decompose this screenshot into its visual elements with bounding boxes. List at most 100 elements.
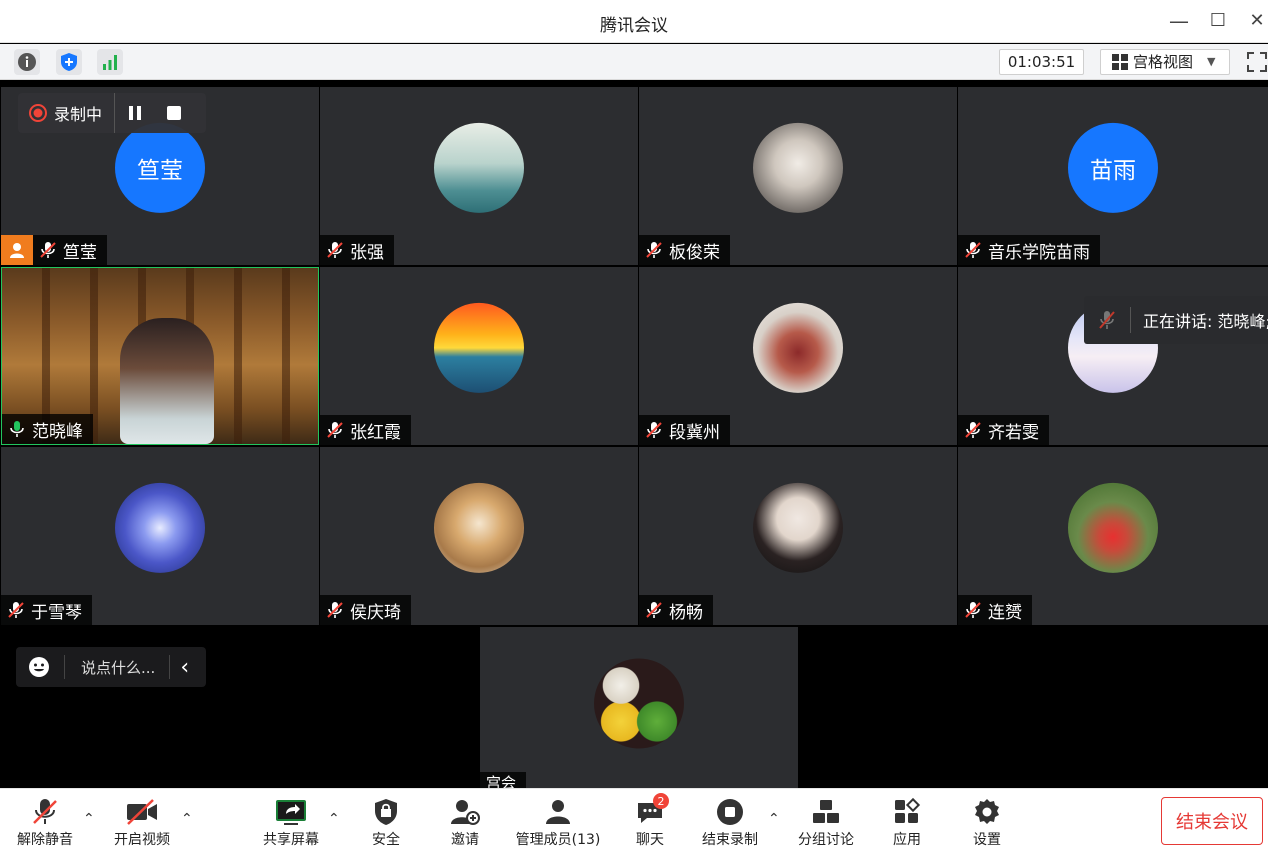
apps-button[interactable]: 应用 xyxy=(883,795,931,855)
participant-tile[interactable]: 杨畅 xyxy=(639,447,957,625)
avatar xyxy=(115,482,205,573)
security-label: 安全 xyxy=(372,832,400,848)
grid-view-dropdown[interactable]: 宫格视图 ▼ xyxy=(1100,49,1230,75)
settings-label: 设置 xyxy=(973,832,1001,848)
speaking-label: 正在讲话: 范晓峰; xyxy=(1143,312,1268,331)
breakout-label: 分组讨论 xyxy=(798,832,854,848)
maximize-button[interactable]: ☐ xyxy=(1205,8,1231,34)
avatar xyxy=(434,302,524,393)
meeting-toolbar: 解除静音 ⌃ 开启视频 ⌃ 共享屏幕 ⌃ 安全 邀请 管理成员(13) 2 聊天… xyxy=(0,788,1268,860)
share-screen-button[interactable]: 共享屏幕 xyxy=(258,795,324,855)
participant-name: 侯庆琦 xyxy=(350,602,401,623)
chat-label: 聊天 xyxy=(636,832,664,848)
name-tag: 段冀州 xyxy=(639,415,730,445)
participant-tile[interactable]: 连赟 xyxy=(958,447,1268,625)
mic-muted-icon xyxy=(327,602,343,618)
share-options-chevron-icon[interactable]: ⌃ xyxy=(328,811,340,827)
apps-icon xyxy=(895,797,921,823)
name-tag: 张红霞 xyxy=(320,415,411,445)
settings-button[interactable]: 设置 xyxy=(963,795,1011,855)
chat-placeholder[interactable]: 说点什么... xyxy=(81,657,155,678)
stop-recording-button[interactable]: 结束录制 xyxy=(698,795,762,855)
participant-tile[interactable]: 苗雨 音乐学院苗雨 xyxy=(958,87,1268,265)
audio-options-chevron-icon[interactable]: ⌃ xyxy=(83,811,95,827)
participant-name: 于雪琴 xyxy=(31,602,82,623)
chat-quick-input[interactable]: 说点什么... ‹ xyxy=(16,647,206,687)
start-video-button[interactable]: 开启视频 xyxy=(110,795,174,855)
speaking-indicator: 正在讲话: 范晓峰; xyxy=(1084,296,1268,344)
recording-label: 录制中 xyxy=(54,105,103,124)
participant-name: 范晓峰 xyxy=(32,421,83,442)
avatar: 苗雨 xyxy=(1068,122,1158,213)
stop-record-label: 结束录制 xyxy=(702,832,758,848)
stop-record-button[interactable] xyxy=(155,93,193,133)
add-user-icon xyxy=(451,800,480,825)
pause-record-button[interactable] xyxy=(115,93,155,133)
chevron-down-icon: ▼ xyxy=(1207,55,1216,68)
share-screen-icon xyxy=(276,800,306,825)
name-tag: 连赟 xyxy=(958,595,1032,625)
window-title: 腾讯会议 xyxy=(600,16,668,36)
mic-muted-icon xyxy=(965,602,981,618)
emoji-icon[interactable] xyxy=(28,656,50,678)
record-options-chevron-icon[interactable]: ⌃ xyxy=(768,811,780,827)
name-tag: 侯庆琦 xyxy=(320,595,411,625)
grid-icon xyxy=(1112,54,1128,70)
name-tag: 范晓峰 xyxy=(2,414,93,444)
mic-muted-icon xyxy=(646,602,662,618)
members-label: 管理成员(13) xyxy=(515,832,601,848)
name-tag: 宫会 xyxy=(480,772,527,788)
participant-tile[interactable]: 侯庆琦 xyxy=(320,447,638,625)
record-dot-icon xyxy=(29,104,47,122)
minimize-button[interactable]: — xyxy=(1166,8,1192,34)
collapse-chevron-icon[interactable]: ‹ xyxy=(180,655,189,680)
divider xyxy=(169,655,171,679)
invite-button[interactable]: 邀请 xyxy=(441,795,489,855)
fullscreen-icon[interactable] xyxy=(1246,51,1268,73)
name-tag: 于雪琴 xyxy=(1,595,92,625)
mic-muted-icon xyxy=(965,422,981,438)
security-button[interactable]: 安全 xyxy=(362,795,410,855)
meeting-timer: 01:03:51 xyxy=(999,49,1084,75)
avatar xyxy=(594,658,684,748)
host-icon xyxy=(1,235,33,265)
participant-video-tile[interactable]: 范晓峰 xyxy=(1,267,319,445)
signal-icon[interactable] xyxy=(97,49,123,75)
mic-active-icon xyxy=(10,421,24,437)
info-bar: 01:03:51 宫格视图 ▼ xyxy=(0,44,1268,80)
participant-tile[interactable]: 于雪琴 xyxy=(1,447,319,625)
breakout-rooms-button[interactable]: 分组讨论 xyxy=(795,795,857,855)
view-label: 宫格视图 xyxy=(1133,53,1194,71)
participant-tile[interactable]: 段冀州 xyxy=(639,267,957,445)
unmute-button[interactable]: 解除静音 xyxy=(14,795,76,855)
unmute-label: 解除静音 xyxy=(17,832,73,848)
name-tag: 音乐学院苗雨 xyxy=(958,235,1100,265)
name-tag: 笪莹 xyxy=(33,235,107,265)
participant-name: 齐若雯 xyxy=(988,422,1039,443)
avatar xyxy=(434,122,524,213)
divider xyxy=(1130,307,1131,333)
stop-record-icon xyxy=(717,799,743,825)
name-tag: 板俊荣 xyxy=(639,235,730,265)
close-button[interactable]: ✕ xyxy=(1244,8,1268,34)
shield-icon xyxy=(375,799,397,825)
mic-muted-icon xyxy=(327,242,343,258)
participant-tile[interactable]: 齐若雯 xyxy=(958,267,1268,445)
video-options-chevron-icon[interactable]: ⌃ xyxy=(181,811,193,827)
mic-muted-icon xyxy=(40,242,56,258)
mic-muted-icon xyxy=(646,422,662,438)
participant-tile[interactable]: 张红霞 xyxy=(320,267,638,445)
recording-bar: 录制中 xyxy=(18,93,206,133)
participant-tile[interactable]: 板俊荣 xyxy=(639,87,957,265)
participant-name: 连赟 xyxy=(988,602,1022,623)
shield-icon[interactable] xyxy=(56,49,82,75)
chat-button[interactable]: 2 聊天 xyxy=(626,793,674,855)
manage-members-button[interactable]: 管理成员(13) xyxy=(512,795,604,855)
mic-muted-icon xyxy=(327,422,343,438)
end-meeting-button[interactable]: 结束会议 xyxy=(1161,797,1263,845)
mic-muted-icon xyxy=(33,799,57,824)
participant-tile[interactable]: 张强 xyxy=(320,87,638,265)
participant-tile[interactable]: 宫会 xyxy=(480,627,798,788)
invite-label: 邀请 xyxy=(451,832,479,848)
info-icon[interactable] xyxy=(14,49,40,75)
